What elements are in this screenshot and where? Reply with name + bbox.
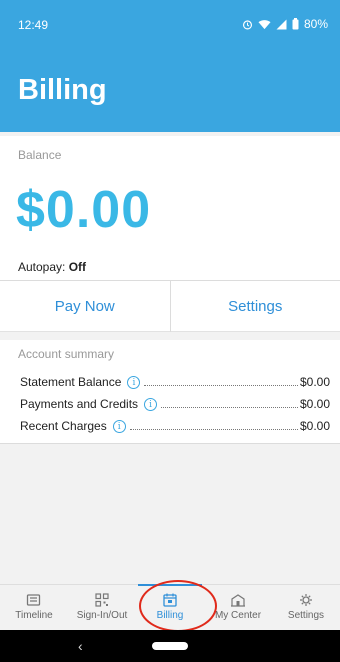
summary-row-label: Statement Balance: [20, 375, 122, 389]
summary-row-payments-credits: Payments and Credits i $0.00: [20, 395, 330, 411]
nav-item-my-center[interactable]: My Center: [204, 585, 272, 630]
info-icon[interactable]: i: [144, 398, 158, 411]
status-bar: 12:49 80%: [0, 0, 340, 44]
autopay-value: Off: [68, 260, 87, 274]
nav-label: Sign-In/Out: [76, 610, 128, 621]
status-time: 12:49: [18, 18, 49, 32]
alarm-icon: [242, 19, 253, 30]
summary-row-label: Payments and Credits: [20, 397, 139, 411]
dotted-leader: [144, 385, 298, 386]
app-header: Billing: [0, 44, 340, 132]
account-summary-title: Account summary: [18, 347, 115, 361]
page-title: Billing: [18, 74, 107, 106]
info-icon[interactable]: i: [127, 376, 141, 389]
nav-item-sign-in-out[interactable]: Sign-In/Out: [68, 585, 136, 630]
pay-now-button[interactable]: Pay Now: [0, 281, 170, 332]
summary-row-statement-balance: Statement Balance i $0.00: [20, 373, 330, 389]
nav-label: Billing: [156, 610, 184, 621]
balance-actions: Pay Now Settings: [0, 280, 340, 332]
dotted-leader: [161, 407, 298, 408]
gear-icon: [298, 593, 314, 607]
battery-percent: 80%: [303, 17, 328, 31]
balance-label: Balance: [18, 148, 62, 162]
summary-row-value: $0.00: [299, 397, 330, 411]
nav-label: Timeline: [15, 610, 53, 621]
signal-icon: [276, 19, 287, 30]
status-icons: 80%: [242, 17, 328, 31]
account-summary: Account summary Statement Balance i $0.0…: [0, 340, 340, 444]
autopay-label: Autopay:: [18, 260, 66, 274]
bottom-nav: Timeline Sign-In/Out Billing My Center S…: [0, 584, 340, 630]
back-icon[interactable]: ‹: [78, 638, 83, 654]
nav-item-timeline[interactable]: Timeline: [0, 585, 68, 630]
active-tab-indicator: [138, 584, 202, 586]
summary-row-value: $0.00: [299, 375, 330, 389]
autopay-status: Autopay: Off: [18, 260, 86, 274]
billing-settings-button[interactable]: Settings: [169, 281, 340, 332]
wifi-icon: [258, 19, 271, 30]
system-nav-bar: ‹: [0, 630, 340, 662]
balance-card: Balance $0.00 Autopay: Off Pay Now Setti…: [0, 136, 340, 332]
summary-row-value: $0.00: [299, 419, 330, 433]
nav-item-settings[interactable]: Settings: [272, 585, 340, 630]
nav-label: Settings: [287, 610, 325, 621]
timeline-icon: [26, 593, 42, 607]
battery-icon: [292, 18, 299, 30]
summary-row-label: Recent Charges: [20, 419, 107, 433]
info-icon[interactable]: i: [112, 420, 126, 433]
calendar-icon: [162, 593, 178, 607]
home-pill-icon[interactable]: [152, 642, 188, 650]
dotted-leader: [129, 429, 298, 430]
balance-amount: $0.00: [16, 181, 152, 239]
nav-label: My Center: [214, 610, 262, 621]
building-icon: [230, 593, 246, 607]
nav-item-billing[interactable]: Billing: [136, 584, 204, 630]
qr-code-icon: [94, 593, 110, 607]
summary-row-recent-charges: Recent Charges i $0.00: [20, 417, 330, 433]
